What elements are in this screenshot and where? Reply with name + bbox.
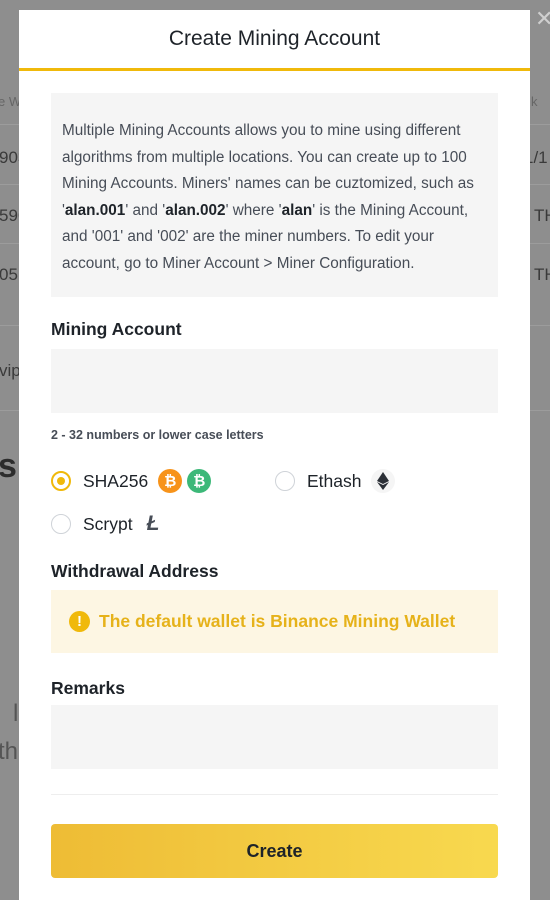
background-text: l bbox=[13, 700, 19, 727]
withdrawal-address-label: Withdrawal Address bbox=[51, 561, 219, 581]
mining-account-input[interactable] bbox=[51, 349, 498, 413]
divider bbox=[51, 794, 498, 795]
radio-button[interactable] bbox=[275, 471, 295, 491]
info-example: alan.002 bbox=[165, 201, 226, 219]
ethereum-icon bbox=[371, 469, 396, 493]
background-text: 05 bbox=[0, 265, 18, 284]
background-text: th bbox=[0, 738, 19, 765]
algorithm-label: SHA256 bbox=[83, 470, 149, 491]
radio-button[interactable] bbox=[51, 471, 71, 491]
litecoin-icon: Ł bbox=[146, 512, 160, 535]
bitcoin-icon: ₿ bbox=[158, 469, 183, 493]
withdrawal-notice-text: The default wallet is Binance Mining Wal… bbox=[99, 611, 456, 631]
background-text: k bbox=[531, 94, 538, 109]
algorithm-option-ethash[interactable]: Ethash bbox=[275, 469, 396, 493]
info-box: Multiple Mining Accounts allows you to m… bbox=[51, 93, 498, 297]
algorithm-option-sha256[interactable]: SHA256 ₿ ₿ bbox=[51, 469, 212, 493]
mining-account-label: Mining Account bbox=[51, 319, 182, 339]
radio-button[interactable] bbox=[51, 514, 71, 534]
algorithm-label: Ethash bbox=[307, 470, 362, 491]
mining-account-hint: 2 - 32 numbers or lower case letters bbox=[51, 428, 264, 442]
create-mining-account-modal: Create Mining Account Multiple Mining Ac… bbox=[19, 10, 530, 900]
algorithm-label: Scrypt bbox=[83, 513, 133, 534]
modal-header: Create Mining Account bbox=[19, 10, 530, 71]
info-text: ' where ' bbox=[225, 201, 282, 219]
info-text: ' and ' bbox=[125, 201, 166, 219]
background-text: TH bbox=[534, 265, 550, 284]
bitcoin-cash-icon: ₿ bbox=[187, 469, 212, 493]
info-example: alan.001 bbox=[64, 201, 126, 219]
background-text: TH bbox=[534, 206, 550, 225]
exclamation-icon: ! bbox=[69, 611, 90, 632]
modal-title: Create Mining Account bbox=[168, 27, 381, 50]
background-text: vip bbox=[0, 361, 21, 380]
withdrawal-notice: ! The default wallet is Binance Mining W… bbox=[51, 590, 498, 653]
info-example: alan bbox=[281, 201, 313, 219]
algorithm-option-scrypt[interactable]: Scrypt Ł bbox=[51, 512, 159, 536]
background-text: e W bbox=[0, 94, 22, 109]
remarks-input[interactable] bbox=[51, 705, 498, 769]
create-button[interactable]: Create bbox=[51, 824, 498, 878]
close-icon[interactable]: ✕ bbox=[535, 6, 550, 32]
remarks-label: Remarks bbox=[51, 678, 125, 698]
background-heading: s bbox=[0, 447, 17, 485]
